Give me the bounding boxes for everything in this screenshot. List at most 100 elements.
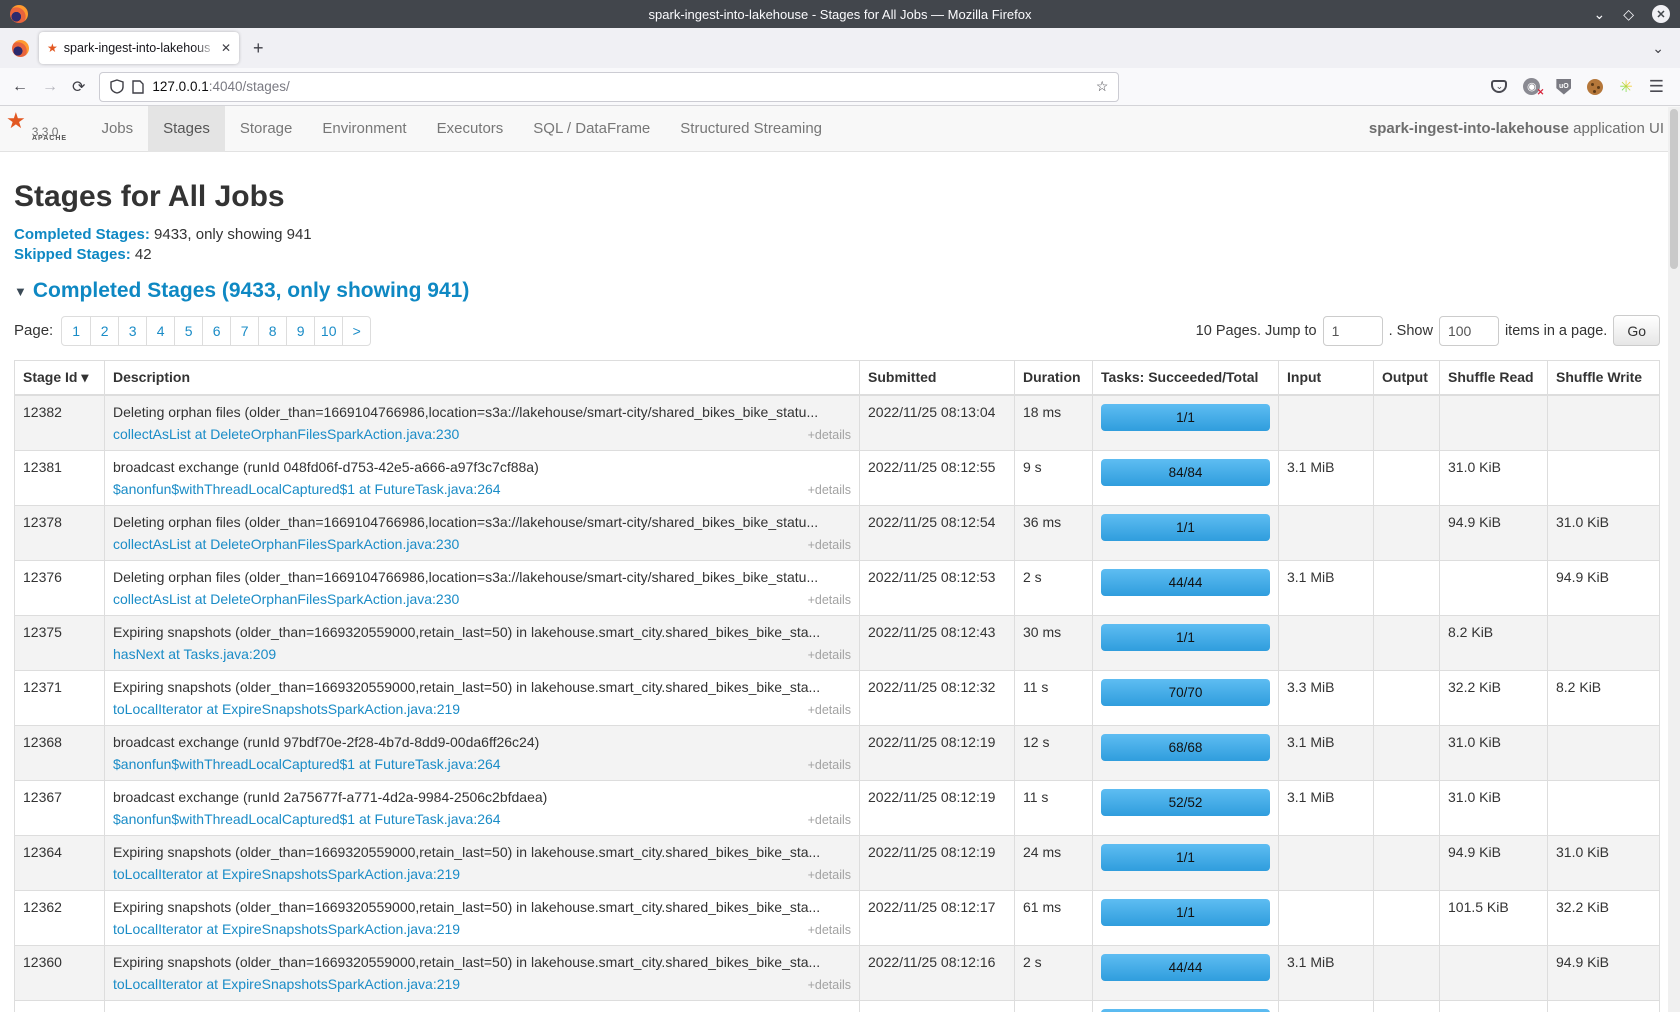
- tasks-progress-label: 1/1: [1176, 520, 1195, 535]
- account-icon[interactable]: ◉✕: [1523, 78, 1540, 95]
- details-toggle[interactable]: +details: [808, 923, 851, 937]
- page-button-group: 12345678910>: [61, 316, 371, 346]
- shuffle-write-cell: 31.0 KiB: [1548, 836, 1660, 891]
- page-button-1[interactable]: 1: [62, 317, 90, 345]
- submitted-cell: 2022/11/25 08:12:53: [860, 561, 1015, 616]
- ublock-shield-icon[interactable]: uO: [1556, 79, 1571, 95]
- details-toggle[interactable]: +details: [808, 428, 851, 442]
- app-name-suffix: application UI: [1569, 120, 1664, 137]
- tasks-progress-bar: 1/1: [1101, 404, 1270, 431]
- page-button-6[interactable]: 6: [202, 317, 230, 345]
- column-header-1[interactable]: Description: [105, 361, 860, 396]
- extension-asterisk-icon[interactable]: ✳: [1619, 77, 1632, 97]
- url-text[interactable]: 127.0.0.1:4040/stages/: [152, 79, 1087, 94]
- tasks-progress-label: 52/52: [1169, 795, 1203, 810]
- column-header-2[interactable]: Submitted: [860, 361, 1015, 396]
- maximize-icon[interactable]: ◇: [1623, 7, 1634, 21]
- details-toggle[interactable]: +details: [808, 868, 851, 882]
- stage-callsite-link[interactable]: $anonfun$withThreadLocalCaptured$1 at Fu…: [113, 811, 501, 827]
- completed-stages-link[interactable]: Completed Stages:: [14, 226, 150, 243]
- skipped-stages-link[interactable]: Skipped Stages:: [14, 246, 131, 263]
- tab-close-icon[interactable]: ✕: [221, 41, 231, 55]
- details-toggle[interactable]: +details: [808, 538, 851, 552]
- spark-logo[interactable]: APACHE ★ 3.3.0: [10, 116, 58, 142]
- nav-item-sql-dataframe[interactable]: SQL / DataFrame: [518, 106, 665, 152]
- column-header-3[interactable]: Duration: [1015, 361, 1093, 396]
- details-toggle[interactable]: +details: [808, 978, 851, 992]
- page-button-7[interactable]: 7: [230, 317, 258, 345]
- stage-callsite-link[interactable]: toLocalIterator at ExpireSnapshotsSparkA…: [113, 921, 460, 937]
- nav-item-structured-streaming[interactable]: Structured Streaming: [665, 106, 837, 152]
- submitted-cell: 2022/11/25 08:12:19: [860, 836, 1015, 891]
- duration-cell: 18 ms: [1015, 395, 1093, 451]
- stage-callsite-link[interactable]: hasNext at Tasks.java:209: [113, 646, 276, 662]
- stage-callsite-link[interactable]: toLocalIterator at ExpireSnapshotsSparkA…: [113, 976, 460, 992]
- forward-button[interactable]: →: [42, 78, 58, 96]
- page-button-9[interactable]: 9: [286, 317, 314, 345]
- page-info-icon[interactable]: [132, 80, 144, 94]
- items-per-page-input[interactable]: [1439, 316, 1499, 346]
- minimize-icon[interactable]: ⌄: [1593, 7, 1605, 21]
- stage-callsite-link[interactable]: toLocalIterator at ExpireSnapshotsSparkA…: [113, 866, 460, 882]
- go-button[interactable]: Go: [1613, 315, 1660, 346]
- output-cell: [1374, 781, 1440, 836]
- stage-callsite-link[interactable]: collectAsList at DeleteOrphanFilesSparkA…: [113, 591, 459, 607]
- jump-to-page-input[interactable]: [1323, 316, 1383, 346]
- details-toggle[interactable]: +details: [808, 703, 851, 717]
- column-header-5[interactable]: Input: [1279, 361, 1374, 396]
- table-row: 12367 broadcast exchange (runId 2a75677f…: [15, 781, 1660, 836]
- cookie-extension-icon[interactable]: [1587, 79, 1603, 95]
- reload-button[interactable]: ⟳: [72, 77, 85, 97]
- bookmark-star-icon[interactable]: ☆: [1096, 78, 1109, 95]
- back-button[interactable]: ←: [12, 78, 28, 96]
- stage-callsite-link[interactable]: collectAsList at DeleteOrphanFilesSparkA…: [113, 536, 459, 552]
- details-toggle[interactable]: +details: [808, 758, 851, 772]
- page-button-5[interactable]: 5: [174, 317, 202, 345]
- page-button->[interactable]: >: [342, 317, 370, 345]
- column-header-7[interactable]: Shuffle Read: [1440, 361, 1548, 396]
- nav-item-stages[interactable]: Stages: [148, 106, 225, 152]
- details-toggle[interactable]: +details: [808, 648, 851, 662]
- address-bar[interactable]: 127.0.0.1:4040/stages/ ☆: [99, 72, 1119, 102]
- stage-callsite-link[interactable]: $anonfun$withThreadLocalCaptured$1 at Fu…: [113, 756, 501, 772]
- menu-hamburger-icon[interactable]: ☰: [1649, 77, 1664, 97]
- output-cell: [1374, 451, 1440, 506]
- page-button-8[interactable]: 8: [258, 317, 286, 345]
- close-icon[interactable]: ✕: [1652, 5, 1670, 23]
- completed-stages-collapse-header[interactable]: ▼ Completed Stages (9433, only showing 9…: [14, 279, 1660, 303]
- details-toggle[interactable]: +details: [808, 483, 851, 497]
- column-header-4[interactable]: Tasks: Succeeded/Total: [1093, 361, 1279, 396]
- details-toggle[interactable]: +details: [808, 593, 851, 607]
- url-host: 127.0.0.1: [152, 79, 208, 94]
- nav-item-jobs[interactable]: Jobs: [86, 106, 148, 152]
- page-button-2[interactable]: 2: [90, 317, 118, 345]
- page-button-10[interactable]: 10: [314, 317, 342, 345]
- pocket-icon[interactable]: ⌄: [1491, 80, 1507, 93]
- stage-callsite-link[interactable]: collectAsList at DeleteOrphanFilesSparkA…: [113, 426, 459, 442]
- nav-item-storage[interactable]: Storage: [225, 106, 308, 152]
- nav-item-executors[interactable]: Executors: [422, 106, 519, 152]
- page-button-3[interactable]: 3: [118, 317, 146, 345]
- output-cell: [1374, 616, 1440, 671]
- nav-item-environment[interactable]: Environment: [307, 106, 421, 152]
- column-header-6[interactable]: Output: [1374, 361, 1440, 396]
- column-header-8[interactable]: Shuffle Write: [1548, 361, 1660, 396]
- output-cell: [1374, 836, 1440, 891]
- page-scrollbar[interactable]: [1668, 107, 1680, 1012]
- shuffle-read-cell: 31.0 KiB: [1440, 451, 1548, 506]
- tracking-shield-icon[interactable]: [110, 79, 124, 94]
- stage-description: Expiring snapshots (older_than=166932055…: [113, 679, 851, 695]
- shuffle-write-cell: [1548, 781, 1660, 836]
- list-tabs-icon[interactable]: ⌄: [1652, 40, 1672, 57]
- page-button-4[interactable]: 4: [146, 317, 174, 345]
- details-toggle[interactable]: +details: [808, 813, 851, 827]
- tasks-progress-label: 70/70: [1169, 685, 1203, 700]
- stage-id-cell: 12362: [15, 891, 105, 946]
- column-header-0[interactable]: Stage Id ▾: [15, 361, 105, 396]
- stage-callsite-link[interactable]: $anonfun$withThreadLocalCaptured$1 at Fu…: [113, 481, 501, 497]
- new-tab-button[interactable]: +: [253, 38, 264, 59]
- browser-tab[interactable]: ★ spark-ingest-into-lakehous ✕: [39, 32, 239, 64]
- stage-callsite-link[interactable]: toLocalIterator at ExpireSnapshotsSparkA…: [113, 701, 460, 717]
- account-badge-icon: ✕: [1537, 87, 1545, 98]
- scrollbar-thumb[interactable]: [1670, 109, 1678, 269]
